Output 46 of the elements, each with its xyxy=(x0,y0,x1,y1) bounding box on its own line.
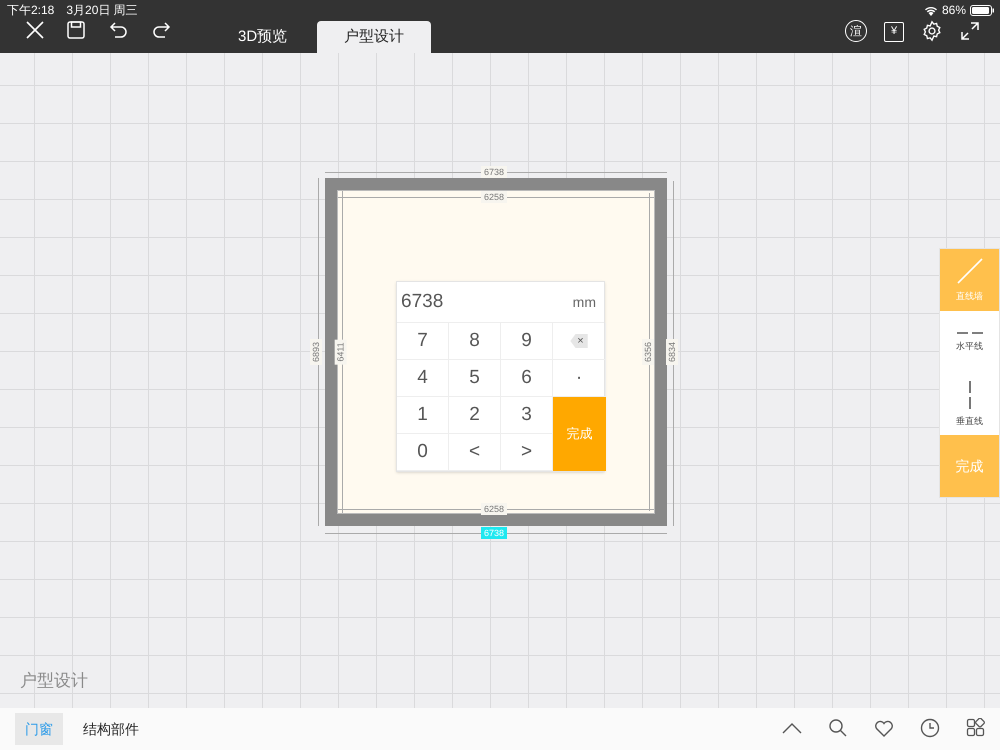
grid-icon[interactable] xyxy=(966,718,986,738)
canvas-title: 户型设计 xyxy=(20,670,88,692)
dimension-label: 6258 xyxy=(481,503,508,515)
status-time: 下午2:18 xyxy=(7,2,54,19)
diagonal-line-icon xyxy=(956,256,984,285)
backspace-key[interactable]: × xyxy=(553,323,606,360)
keypad-key[interactable]: > xyxy=(501,434,553,471)
dimension-label: 6834 xyxy=(666,338,678,366)
heart-icon[interactable] xyxy=(874,719,894,737)
search-icon[interactable] xyxy=(828,718,848,738)
redo-icon[interactable] xyxy=(151,21,171,39)
keypad-key[interactable]: 1 xyxy=(397,397,449,434)
keypad-key[interactable]: 7 xyxy=(397,323,449,360)
vertical-line-icon xyxy=(968,380,972,410)
keypad-key[interactable]: 4 xyxy=(397,360,449,397)
keypad-key[interactable]: 5 xyxy=(449,360,501,397)
keypad-key[interactable]: 0 xyxy=(397,434,449,471)
dimension-label: 6738 xyxy=(481,166,508,178)
tab[interactable]: 户型设计 xyxy=(317,21,432,53)
keypad-key[interactable]: 9 xyxy=(501,323,553,360)
keypad-key[interactable]: 6 xyxy=(501,360,553,397)
fullscreen-icon[interactable] xyxy=(960,21,980,41)
dashed-line-icon xyxy=(956,330,984,335)
status-date: 3月20日 周三 xyxy=(66,2,138,19)
dimension-label: 6893 xyxy=(310,338,322,366)
undo-icon[interactable] xyxy=(109,21,129,39)
input-field[interactable]: 6738 xyxy=(401,288,444,316)
keypad-key[interactable]: < xyxy=(449,434,501,471)
keypad-key[interactable]: 2 xyxy=(449,397,501,434)
dimension-label: 6356 xyxy=(642,338,654,366)
dimension-label: 6738 xyxy=(481,527,508,539)
chevron-up-icon[interactable] xyxy=(782,722,802,734)
battery-percent: 86% xyxy=(942,2,966,19)
battery-icon xyxy=(970,4,994,16)
render-button[interactable]: 渲 xyxy=(845,20,867,42)
keypad-key[interactable]: 8 xyxy=(449,323,501,360)
clock-icon[interactable] xyxy=(920,718,940,738)
dimension-label: 6258 xyxy=(481,191,508,203)
settings-icon[interactable] xyxy=(921,20,943,42)
unit-label: mm xyxy=(572,292,597,312)
tab[interactable]: 3D预览 xyxy=(208,21,318,53)
wifi-icon xyxy=(924,4,938,16)
tab[interactable]: 结构部件 xyxy=(71,713,151,745)
price-button[interactable]: ¥ xyxy=(884,22,904,42)
close-icon[interactable] xyxy=(25,20,45,40)
dimension-label: 6411 xyxy=(334,339,347,365)
